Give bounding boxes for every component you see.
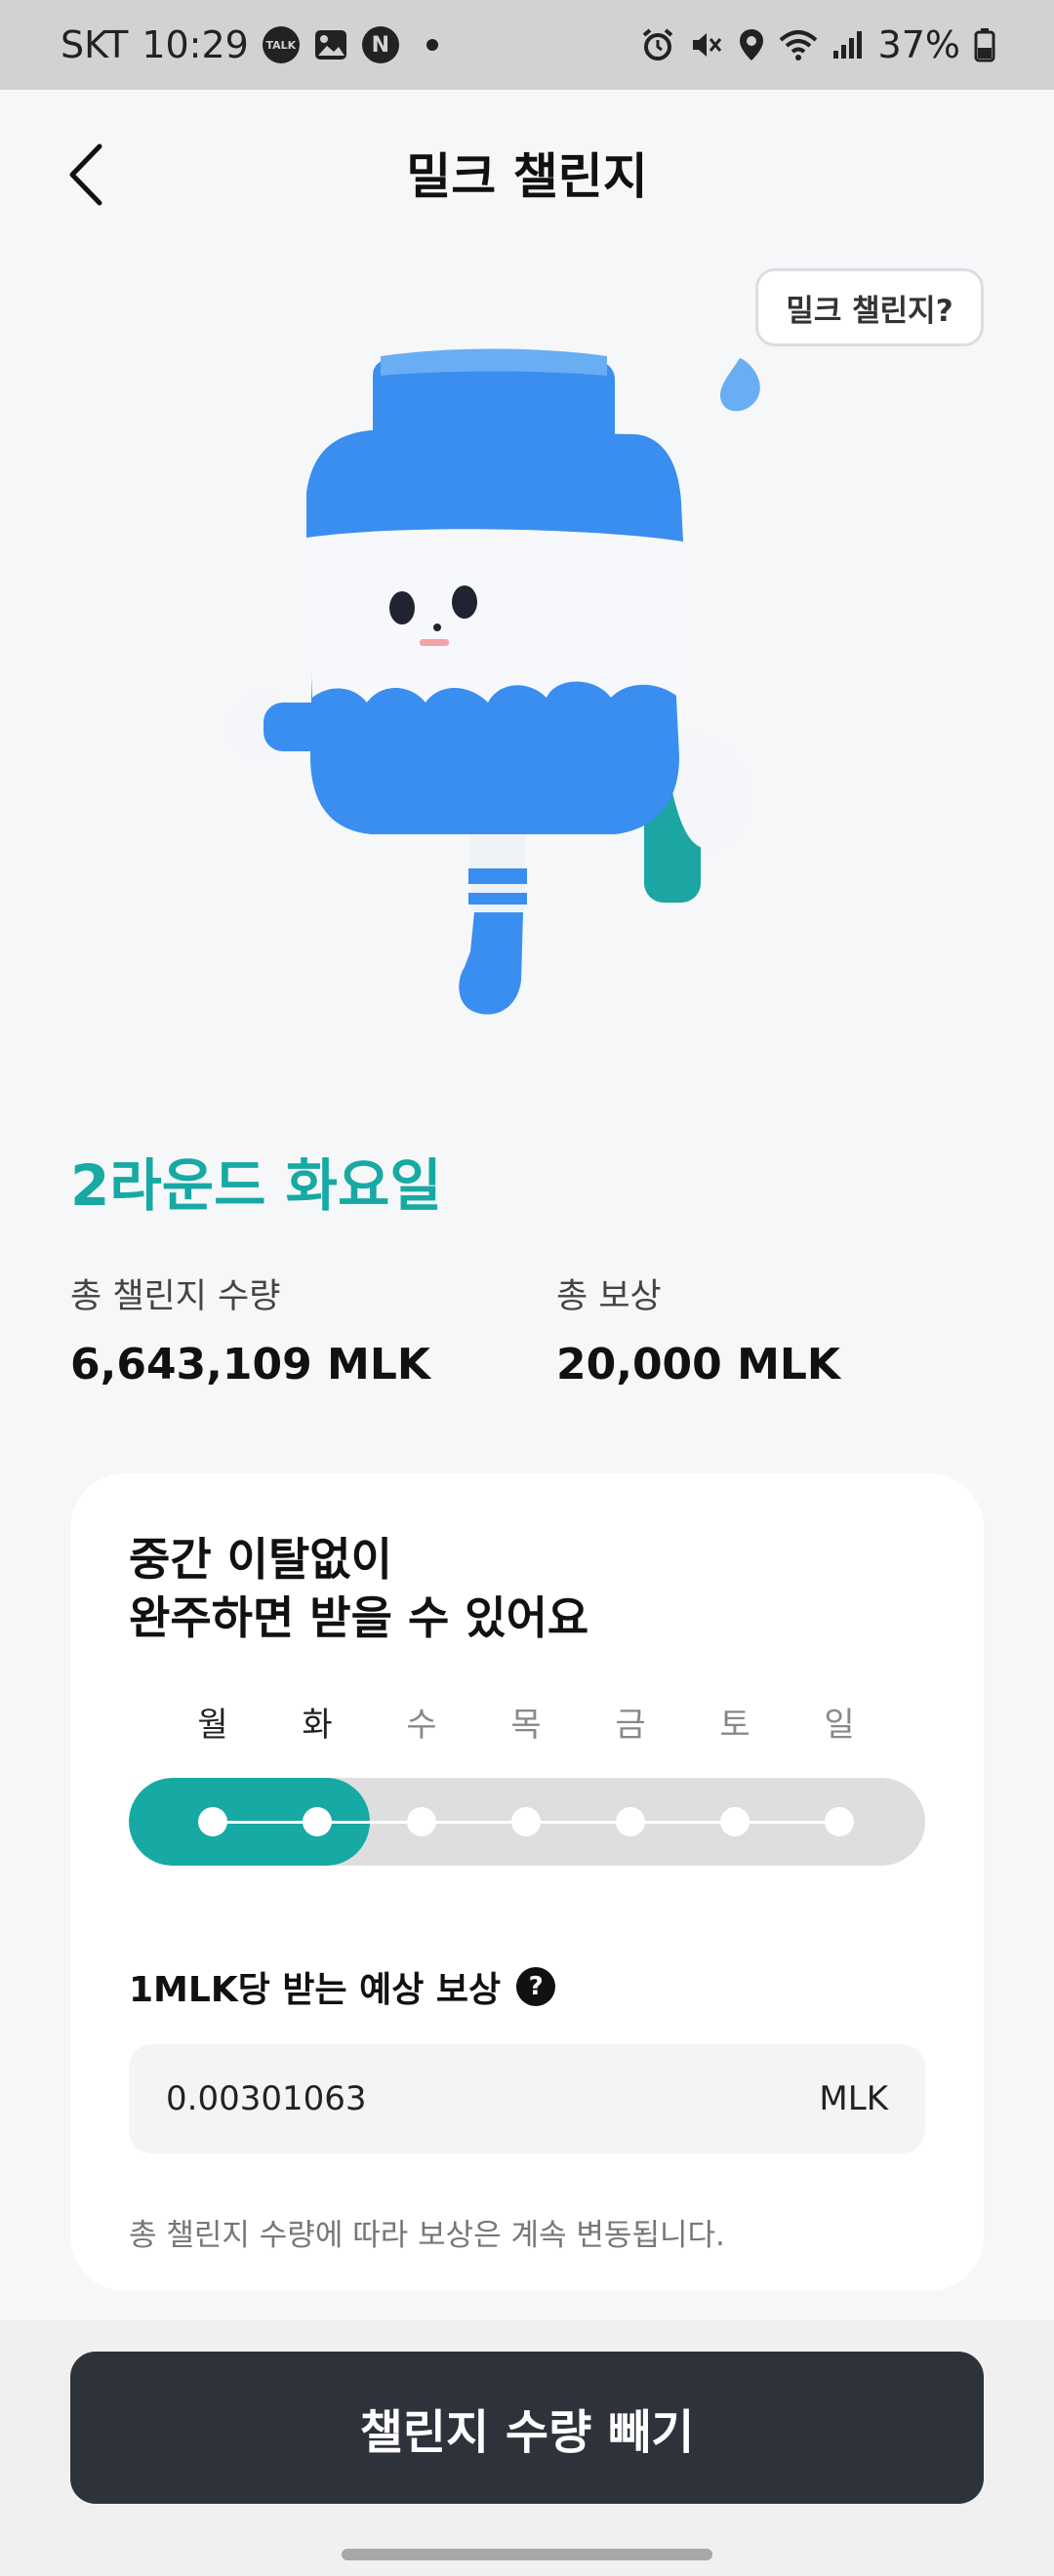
day-label: 월 [197, 1706, 228, 1745]
progress-track [129, 1778, 925, 1866]
gallery-icon [313, 28, 348, 61]
total-reward-value: 20,000 MLK [556, 1340, 841, 1389]
time-label: 10:29 [142, 23, 249, 66]
expected-reward-label-row: 1MLK당 받는 예상 보상 ? [129, 1961, 556, 2012]
carrier-label: SKT [61, 23, 129, 66]
day-label: 목 [510, 1706, 542, 1745]
mute-icon [689, 27, 724, 62]
expected-reward-value: 0.00301063 [166, 2079, 367, 2118]
page-title: 밀크 챌린지 [406, 148, 648, 205]
progress-dot [198, 1807, 227, 1836]
total-challenge-label: 총 챌린지 수량 [70, 1277, 281, 1316]
progress-dot [511, 1807, 541, 1836]
naver-icon: N [361, 26, 399, 63]
chevron-left-icon [69, 143, 102, 206]
expected-reward-unit: MLK [819, 2079, 888, 2118]
day-label: 화 [302, 1706, 333, 1745]
progress-dot [616, 1807, 645, 1836]
alarm-icon [640, 27, 675, 62]
day-label: 수 [406, 1706, 437, 1745]
total-reward-stat: 총 보상 20,000 MLK [556, 1268, 840, 1389]
round-title: 2라운드 화요일 [70, 1152, 442, 1219]
total-challenge-stat: 총 챌린지 수량 6,643,109 MLK [70, 1268, 430, 1389]
talk-icon: TALK [262, 26, 300, 63]
day-label: 일 [824, 1706, 855, 1745]
card-heading-line1: 중간 이탈없이 [129, 1533, 392, 1586]
home-indicator[interactable] [342, 2549, 712, 2560]
reward-card: 중간 이탈없이 완주하면 받을 수 있어요 월 화 수 목 금 토 일 1MLK… [70, 1473, 984, 2291]
day-label: 금 [615, 1706, 646, 1745]
progress-dot [407, 1807, 436, 1836]
progress-dot [720, 1807, 750, 1836]
location-icon [738, 27, 765, 62]
question-icon[interactable]: ? [516, 1967, 556, 2006]
back-button[interactable] [57, 141, 115, 209]
total-challenge-value: 6,643,109 MLK [70, 1340, 430, 1389]
day-label: 토 [719, 1706, 750, 1745]
status-bar-right: 37% [640, 23, 995, 66]
milk-carton-mascot-illustration [224, 346, 830, 1068]
battery-icon [974, 27, 995, 62]
header: 밀크 챌린지 [0, 90, 1054, 256]
reward-note: 총 챌린지 수량에 따라 보상은 계속 변동됩니다. [129, 2218, 725, 2253]
card-heading-line2: 완주하면 받을 수 있어요 [129, 1591, 589, 1644]
total-reward-label: 총 보상 [556, 1277, 662, 1316]
milk-challenge-help-button[interactable]: 밀크 챌린지? [755, 268, 984, 346]
progress-dot [825, 1807, 854, 1836]
status-bar: SKT 10:29 TALK N 37% [0, 0, 1054, 90]
battery-percent: 37% [877, 23, 960, 66]
weekday-labels: 월 화 수 목 금 토 일 [129, 1698, 925, 1747]
expected-reward-label: 1MLK당 받는 예상 보상 [129, 1970, 502, 2010]
reduce-challenge-amount-button[interactable]: 챌린지 수량 빼기 [70, 2352, 984, 2504]
card-heading: 중간 이탈없이 완주하면 받을 수 있어요 [129, 1530, 910, 1647]
status-bar-left: SKT 10:29 TALK N [61, 23, 438, 66]
expected-reward-field: 0.00301063 MLK [129, 2044, 925, 2153]
signal-icon [831, 29, 865, 60]
wifi-icon [779, 28, 818, 61]
more-notifications-dot [426, 39, 438, 51]
progress-dot [303, 1807, 332, 1836]
